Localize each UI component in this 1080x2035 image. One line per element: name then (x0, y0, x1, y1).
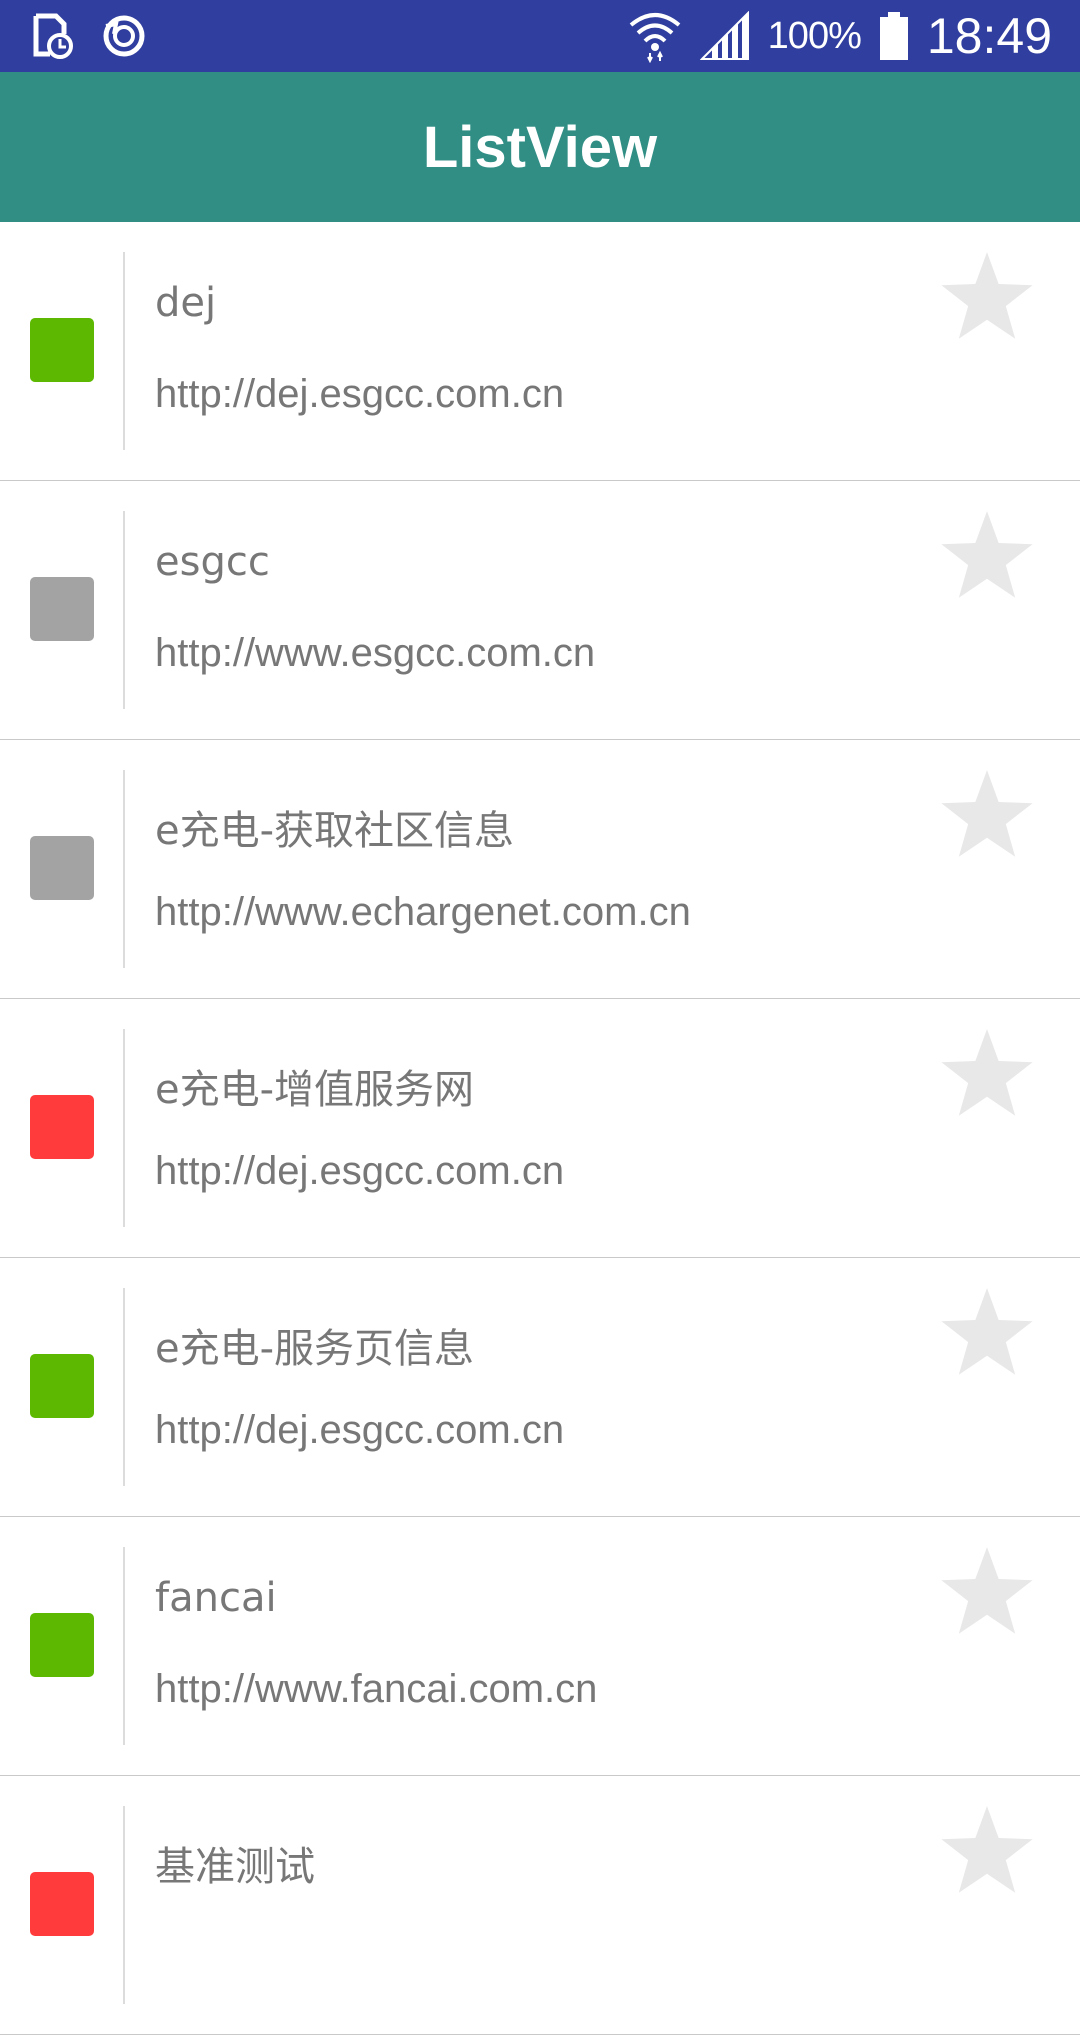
page-title: ListView (422, 114, 658, 180)
row-divider (123, 1806, 125, 2004)
item-title: esgcc (155, 539, 270, 585)
row-divider (123, 1029, 125, 1227)
list-view[interactable]: dej http://dej.esgcc.com.cn esgcc http:/… (0, 222, 1080, 2035)
list-item[interactable]: fancai http://www.fancai.com.cn (0, 1517, 1080, 1776)
star-icon[interactable] (935, 1025, 1039, 1129)
battery-icon (879, 12, 908, 60)
battery-percent: 100% (767, 14, 862, 57)
star-icon[interactable] (935, 1284, 1039, 1388)
row-divider (123, 770, 125, 968)
item-title: e充电-增值服务网 (155, 1067, 475, 1113)
status-square (30, 1354, 94, 1418)
list-item[interactable]: dej http://dej.esgcc.com.cn (0, 222, 1080, 481)
item-title: e充电-服务页信息 (155, 1326, 475, 1372)
item-url: http://www.fancai.com.cn (155, 1667, 598, 1711)
item-url: http://dej.esgcc.com.cn (155, 372, 565, 416)
list-item[interactable]: e充电-增值服务网 http://dej.esgcc.com.cn (0, 999, 1080, 1258)
row-divider (123, 252, 125, 450)
star-icon[interactable] (935, 1543, 1039, 1647)
app-bar: ListView (0, 72, 1080, 222)
item-url: http://dej.esgcc.com.cn (155, 1149, 565, 1193)
status-square (30, 1095, 94, 1159)
status-square (30, 1613, 94, 1677)
status-square (30, 836, 94, 900)
status-right-area: 100% 18:49 (628, 0, 1052, 72)
status-left-icons (30, 12, 148, 60)
list-item[interactable]: 基准测试 (0, 1776, 1080, 2035)
list-item[interactable]: e充电-服务页信息 http://dej.esgcc.com.cn (0, 1258, 1080, 1517)
sync-icon (103, 15, 145, 57)
status-square (30, 1872, 94, 1936)
item-url: http://www.esgcc.com.cn (155, 631, 596, 675)
item-title: fancai (155, 1575, 277, 1621)
item-title: dej (155, 280, 217, 326)
star-icon[interactable] (935, 507, 1039, 611)
star-icon[interactable] (935, 1802, 1039, 1906)
list-item[interactable]: e充电-获取社区信息 http://www.echargenet.com.cn (0, 740, 1080, 999)
item-title: 基准测试 (155, 1844, 315, 1890)
item-url: http://dej.esgcc.com.cn (155, 1408, 565, 1452)
row-divider (123, 1288, 125, 1486)
status-square (30, 318, 94, 382)
signal-icon (699, 11, 749, 60)
storage-clock-icon (33, 13, 73, 59)
star-icon[interactable] (935, 766, 1039, 870)
list-item[interactable]: esgcc http://www.esgcc.com.cn (0, 481, 1080, 740)
status-bar: 100% 18:49 (0, 0, 1080, 72)
star-icon[interactable] (935, 248, 1039, 352)
row-divider (123, 1547, 125, 1745)
item-title: e充电-获取社区信息 (155, 808, 515, 854)
clock: 18:49 (926, 8, 1052, 64)
item-url: http://www.echargenet.com.cn (155, 890, 691, 934)
row-divider (123, 511, 125, 709)
wifi-icon (629, 13, 680, 63)
status-square (30, 577, 94, 641)
